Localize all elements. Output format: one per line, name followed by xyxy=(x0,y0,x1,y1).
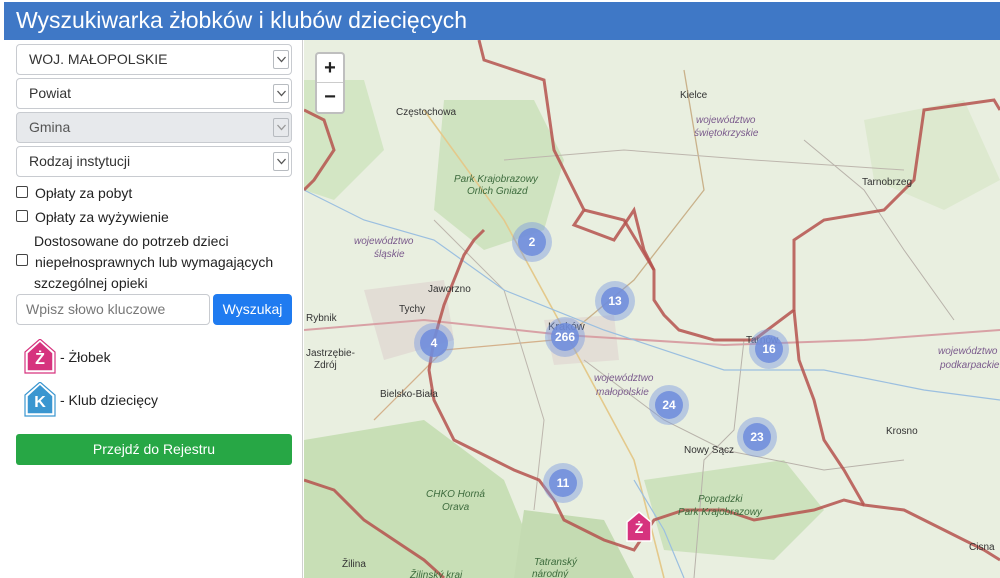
map-label-bielsko: Bielsko-Biała xyxy=(380,389,438,400)
chevron-down-icon xyxy=(273,84,289,103)
map-view[interactable]: + − Częstochowa Kielce województwo święt… xyxy=(304,40,1000,578)
institution-type-value: Rodzaj instytucji xyxy=(29,153,131,169)
map-label-tatransky-2: národný xyxy=(532,569,569,578)
meal-fees-checkbox[interactable] xyxy=(16,210,28,222)
meal-fees-label: Opłaty za wyżywienie xyxy=(35,209,169,225)
map-cluster[interactable]: 23 xyxy=(737,417,777,457)
map-cluster[interactable]: 266 xyxy=(545,317,585,357)
map-cluster-count: 13 xyxy=(601,287,629,315)
map-cluster[interactable]: 11 xyxy=(543,463,583,503)
map-cluster[interactable]: 16 xyxy=(749,329,789,369)
commune-value: Gmina xyxy=(29,119,71,135)
map-cluster-count: 23 xyxy=(743,423,771,451)
nursery-map-marker[interactable]: Ż xyxy=(626,511,652,543)
map-label-popradzki: Popradzki xyxy=(698,494,743,505)
go-to-registry-button[interactable]: Przejdź do Rejestru xyxy=(16,434,292,465)
zoom-control: + − xyxy=(315,52,345,114)
chevron-down-icon xyxy=(273,152,289,171)
keyword-search-input[interactable]: Wpisz słowo kluczowe xyxy=(16,294,210,325)
map-label-jastrzebie: Jastrzębie- xyxy=(306,348,355,359)
stay-fees-label: Opłaty za pobyt xyxy=(35,185,133,201)
map-cluster[interactable]: 2 xyxy=(512,222,552,262)
map-label-region-swietokrzyskie-2: świętokrzyskie xyxy=(694,128,759,139)
map-label-park-orle-2: Orlich Gniazd xyxy=(467,186,528,197)
chevron-down-icon xyxy=(273,50,289,69)
map-label-czestochowa: Częstochowa xyxy=(396,107,457,118)
map-label-jaworzno: Jaworzno xyxy=(428,284,471,295)
commune-select[interactable]: Gmina xyxy=(16,112,292,143)
zoom-in-button[interactable]: + xyxy=(317,54,343,83)
nursery-marker-letter: Ż xyxy=(634,520,644,536)
map-label-rybnik: Rybnik xyxy=(306,313,337,324)
map-label-region-podkarpackie-2: podkarpackie xyxy=(940,360,1000,371)
nursery-legend-label: - Żłobek xyxy=(60,349,111,365)
map-label-region-malopolskie: województwo xyxy=(594,373,654,384)
voivodeship-value: WOJ. MAŁOPOLSKIE xyxy=(29,51,168,67)
chevron-down-icon xyxy=(273,118,289,137)
county-value: Powiat xyxy=(29,85,72,101)
map-label-popradzki-2: Park Krajobrazowy xyxy=(678,507,762,518)
map-cluster[interactable]: 13 xyxy=(595,281,635,321)
map-label-jastrzebie-2: Zdrój xyxy=(314,360,337,371)
map-label-region-podkarpackie: województwo xyxy=(938,346,998,357)
map-label-region-malopolskie-2: małopolskie xyxy=(596,387,649,398)
map-label-cisna: Cisna xyxy=(969,542,995,553)
nursery-icon-letter: Ż xyxy=(35,351,45,368)
stay-fees-checkbox[interactable] xyxy=(16,186,28,198)
county-select[interactable]: Powiat xyxy=(16,78,292,109)
map-cluster-count: 4 xyxy=(420,329,448,357)
map-cluster-count: 266 xyxy=(551,323,579,351)
map-label-chko: CHKO Horná xyxy=(426,489,485,500)
map-label-tatransky: Tatranský xyxy=(534,557,577,568)
map-label-tychy: Tychy xyxy=(399,304,426,315)
map-label-zilina: Žilina xyxy=(342,559,366,570)
institution-type-select[interactable]: Rodzaj instytucji xyxy=(16,146,292,177)
map-label-region-swietokrzyskie: województwo xyxy=(696,115,756,126)
map-cluster-count: 24 xyxy=(655,391,683,419)
map-label-park-orle: Park Krajobrazowy xyxy=(454,174,538,185)
map-cluster-count: 2 xyxy=(518,228,546,256)
map-label-kielce: Kielce xyxy=(680,90,708,101)
club-icon-letter: K xyxy=(34,394,46,411)
disabled-children-label-line3: szczególnej opieki xyxy=(34,275,148,291)
map-label-krosno: Krosno xyxy=(886,426,918,437)
filter-sidebar: WOJ. MAŁOPOLSKIE Powiat Gmina Rodzaj ins… xyxy=(4,40,303,578)
map-cluster-count: 16 xyxy=(755,335,783,363)
disabled-children-label-line1: Dostosowane do potrzeb dzieci xyxy=(34,233,229,249)
club-legend-label: - Klub dziecięcy xyxy=(60,392,159,408)
voivodeship-select[interactable]: WOJ. MAŁOPOLSKIE xyxy=(16,44,292,75)
zoom-out-button[interactable]: − xyxy=(317,83,343,112)
search-button[interactable]: Wyszukaj xyxy=(213,294,292,325)
map-cluster-count: 11 xyxy=(549,469,577,497)
map-label-nowy-sacz: Nowy Sącz xyxy=(684,445,735,456)
disabled-children-label-line2: niepełnosprawnych lub wymagających xyxy=(35,254,274,270)
map-label-chko-2: Orava xyxy=(442,502,470,513)
map-label-tarnobrzeg: Tarnobrzeg xyxy=(862,177,913,188)
map-label-region-slaskie-2: śląskie xyxy=(374,249,405,260)
map-cluster[interactable]: 4 xyxy=(414,323,454,363)
map-label-region-slaskie: województwo xyxy=(354,236,414,247)
app-title: Wyszukiwarka żłobków i klubów dziecięcyc… xyxy=(4,2,1000,40)
map-label-zilinsky: Žilinský kraj xyxy=(410,570,463,578)
map-cluster[interactable]: 24 xyxy=(649,385,689,425)
disabled-children-checkbox[interactable] xyxy=(16,254,28,266)
